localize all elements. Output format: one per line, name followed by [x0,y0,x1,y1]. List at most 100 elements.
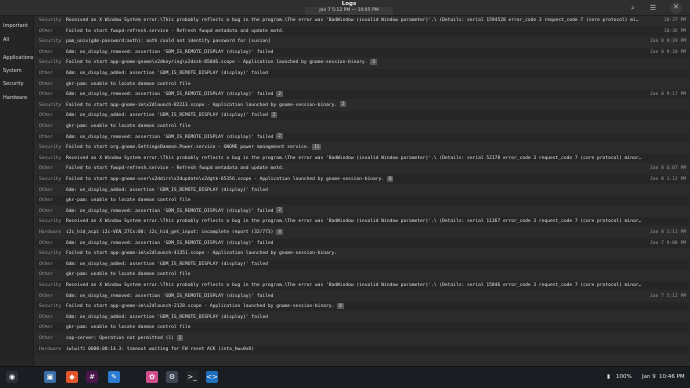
time-range-selector[interactable]: Jan 7 5:12 PM — 10:45 PM [305,7,393,15]
log-row[interactable]: Other Failed to start fwupd-refresh.servi… [36,164,690,173]
log-row[interactable]: Other 6dm: on_display_added: assertion 'G… [36,111,690,121]
log-row[interactable]: Other gkr-pam: unable to locate daemon co… [36,80,690,89]
log-row[interactable]: Other 6dm: on_display_removed: assertion … [36,90,690,100]
log-row[interactable]: Other 6dm: on_display_added: assertion 'G… [36,313,690,322]
log-message: 6dm: on_display_added: assertion 'GDM_IS… [66,314,268,320]
log-row[interactable]: Security Failed to start org.gnome.Settin… [36,143,690,152]
log-row[interactable]: Security Failed to start app-gnome-im\x2d… [36,249,690,258]
log-message: Received an X Window System error.\This … [66,18,639,23]
log-row[interactable]: Hardware i2c_hid_acpi i2c-VEN_27Cx:00: i2… [36,228,690,237]
log-message-wrap: i2c_hid_acpi i2c-VEN_27Cx:00: i2c_hid_ge… [66,228,283,237]
log-row[interactable]: Other gkr-pam: unable to locate daemon co… [36,270,690,279]
log-row[interactable]: Security pam_unix(gdm-password:auth): aut… [36,37,690,46]
log-row[interactable]: Other 6dm: on_display_added: assertion 'G… [36,186,690,195]
log-row[interactable]: Security Failed to start app-gnome-user\x… [36,175,690,184]
clock-time[interactable]: 10:46 PM [659,372,685,383]
log-row[interactable]: Security Failed to start app-gnome-gnome\… [36,58,690,67]
log-category: Other [39,92,53,98]
battery-icon[interactable]: ▮ [607,372,610,383]
log-row[interactable]: Other 6dm: on_display_removed: assertion … [36,47,690,57]
log-category: Other [39,134,53,140]
log-category: Other [39,325,53,331]
log-row[interactable]: Security Failed to start app-gnome-im\x2d… [36,302,690,312]
clock-date[interactable]: Jan 9 [642,372,656,383]
photos-icon[interactable]: ✿ [146,371,158,383]
log-timestamp: Jan 8 6:07 PM [650,166,686,172]
log-category: Security [39,177,62,182]
log-message: Failed to start fwupd-refresh.service - … [66,28,285,34]
log-row[interactable]: Other gkr-pam: unable to locate daemon co… [36,196,690,206]
log-row[interactable]: Other gkr-pam: unable to locate daemon co… [36,122,690,131]
log-message: gkr-pam: unable to locate daemon control… [66,81,191,87]
log-row[interactable]: Other 6dm: on_display_removed: assertion … [36,207,690,216]
log-row[interactable]: Security Received an X Window System erro… [36,153,690,163]
settings-icon[interactable]: ⚙ [166,371,178,383]
slack-icon[interactable]: # [86,371,98,383]
log-row[interactable]: Other 6dm: on_display_removed: assertion … [36,292,690,301]
log-count-badge: 2 [270,111,278,118]
log-message-wrap: Failed to start org.gnome.SettingsDaemon… [66,143,322,152]
sidebar-item-all[interactable]: All [3,36,33,44]
taskbar: ◉ ▣ ◆ # ✎ ✿ ⚙ >_ <> ▮ 100% Jan 9 10:46 PM [0,366,690,388]
editor-icon[interactable]: ✎ [108,371,120,383]
log-message-wrap: Received an X Window System error.\This … [66,217,641,226]
log-message-wrap: gkr-pam: unable to locate daemon control… [66,270,190,279]
log-category: Other [39,124,53,129]
log-row[interactable]: Security Failed to start app-gnome-im\x2d… [36,101,690,110]
terminal-icon[interactable]: >_ [186,371,198,383]
search-icon[interactable]: ⌕ [628,3,638,13]
log-message: Received an X Window System error.\This … [66,155,642,161]
log-category: Other [39,240,53,246]
log-message: gkr-pam: unable to locate daemon control… [66,272,191,278]
log-message: gkr-pam: unable to locate daemon control… [66,198,191,204]
log-row[interactable]: Security Received an X Window System erro… [36,217,690,227]
log-row[interactable]: Security Received an X Window System erro… [36,16,690,25]
log-message: pam_unix(gdm-password:auth): auth could … [66,39,271,45]
menu-icon[interactable]: ☰ [648,3,658,13]
log-message: 6dm: on_display_removed: assertion 'GDM_… [66,134,274,140]
log-message-wrap: 6dm: on_display_removed: assertion 'GDM_… [66,207,283,216]
log-row[interactable]: Other gkr-pam: unable to locate daemon co… [36,323,690,333]
log-message: 6dm: on_display_removed: assertion 'GDM_… [66,240,274,246]
log-row[interactable]: Security Received an X Window System erro… [36,281,690,290]
log-message-wrap: 6dm: on_display_added: assertion 'GDM_IS… [66,111,278,120]
log-category: Security [39,102,62,108]
log-message-wrap: Failed to start app-gnome-im\x2dlaunch-8… [66,101,347,110]
log-message: 6dm: on_display_removed: assertion 'GDM_… [66,49,274,55]
brave-icon[interactable]: ◆ [66,371,78,383]
log-message: 6dm: on_display_added: assertion 'GDM_IS… [66,113,268,119]
log-message-wrap: 6dm: on_display_added: assertion 'GDM_IS… [66,69,268,78]
files-icon[interactable]: ▣ [44,371,56,383]
sidebar-item-applications[interactable]: Applications [3,54,34,62]
log-row[interactable]: Other 6dm: on_display_added: assertion 'G… [36,69,690,78]
log-row[interactable]: Other sap-server: Operation not permitted… [36,334,690,343]
log-category: Other [39,187,53,193]
log-message-wrap: Failed to start app-gnome-im\x2dlaunch-2… [66,302,344,311]
log-row[interactable]: Other 6dm: on_display_added: assertion 'G… [36,259,690,269]
sidebar-item-security[interactable]: Security [3,80,33,88]
log-timestamp: 10:36 PM [663,28,686,34]
log-message-wrap: 6dm: on_display_added: assertion 'GDM_IS… [66,313,268,322]
sidebar-item-important[interactable]: Important [3,22,33,30]
log-row[interactable]: Other 6dm: on_display_removed: assertion … [36,132,690,142]
log-message: 6dm: on_display_removed: assertion 'GDM_… [66,293,274,299]
battery-percent: 100% [616,374,632,380]
log-row[interactable]: Hardware iwlwifi 0000:00:14.3: timeout wa… [36,344,690,354]
log-category: Other [39,198,53,204]
log-message: 6dm: on_display_added: assertion 'GDM_IS… [66,187,268,193]
log-timestamp: Jan 8 9:18 PM [650,49,686,55]
log-message-wrap: sap-server: Operation not permitted (1) 2 [66,334,184,343]
close-icon[interactable]: ✕ [670,2,682,14]
log-message-wrap: 6dm: on_display_removed: assertion 'GDM_… [66,48,273,57]
code-icon[interactable]: <> [206,371,218,383]
log-row[interactable]: Other Failed to start fwupd-refresh.servi… [36,26,690,36]
log-category: Other [39,28,53,34]
log-count-badge: 4 [276,228,283,235]
sidebar-item-hardware[interactable]: Hardware [3,94,33,102]
log-count-badge: 3 [370,58,377,65]
log-category: Other [39,272,53,278]
log-row[interactable]: Other 6dm: on_display_removed: assertion … [36,238,690,248]
launcher-icon[interactable]: ◉ [6,371,18,383]
log-message: Failed to start app-gnome-user\x2ddirs\x… [66,177,385,182]
sidebar-item-system[interactable]: System [3,67,33,75]
